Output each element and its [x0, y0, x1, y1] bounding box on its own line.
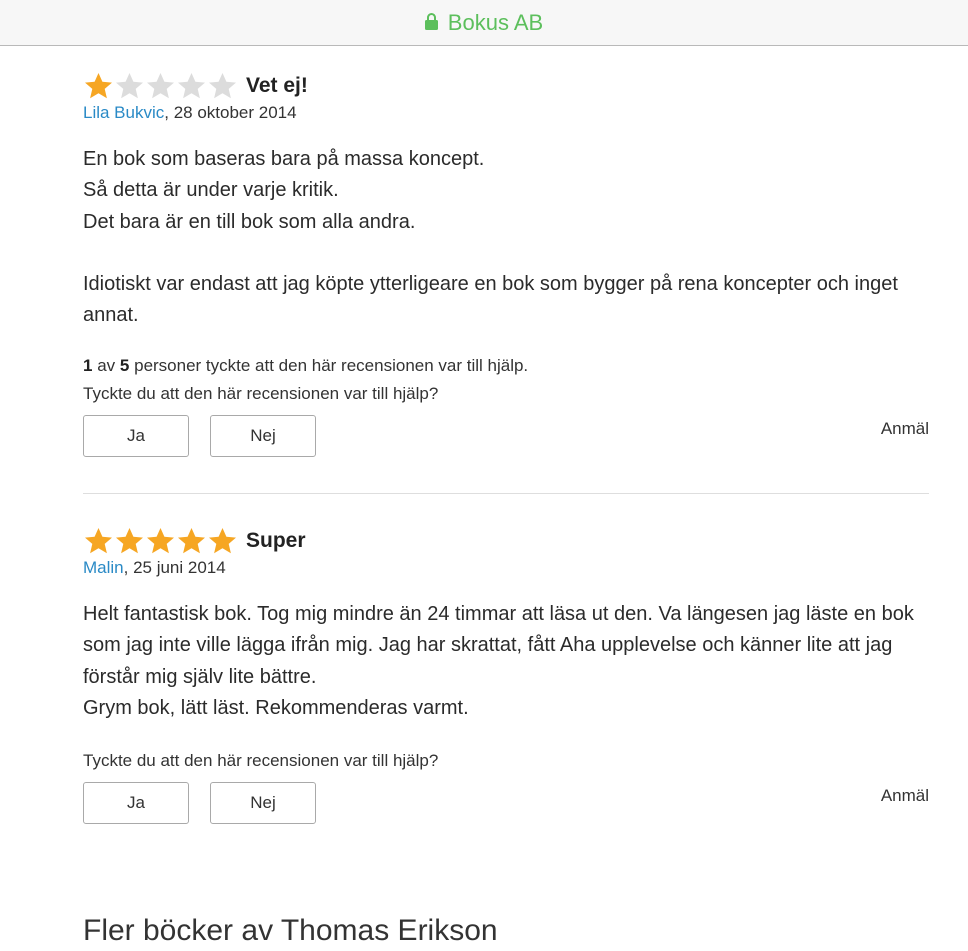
- star-empty-icon: [147, 73, 174, 99]
- review-divider: [83, 493, 929, 494]
- yes-button[interactable]: Ja: [83, 415, 189, 458]
- lock-icon: [424, 13, 438, 30]
- review-date: , 28 oktober 2014: [164, 103, 297, 122]
- star-filled-icon: [209, 528, 236, 554]
- review-body-line: [83, 238, 929, 269]
- review-body-line: Idiotiskt var endast att jag köpte ytter…: [83, 272, 898, 327]
- helpful-count: 1: [83, 356, 93, 376]
- yes-button[interactable]: Ja: [83, 782, 189, 825]
- review-1: Vet ej! Lila Bukvic, 28 oktober 2014 En …: [83, 70, 929, 458]
- more-books-heading: Fler böcker av Thomas Erikson: [83, 914, 498, 947]
- review-header: Vet ej!: [83, 70, 929, 102]
- review-meta: Lila Bukvic, 28 oktober 2014: [83, 103, 929, 123]
- star-rating: [83, 71, 238, 101]
- review-meta: Malin, 25 juni 2014: [83, 558, 929, 578]
- star-filled-icon: [85, 528, 112, 554]
- report-link[interactable]: Anmäl: [881, 786, 929, 806]
- star-filled-icon: [85, 73, 112, 99]
- star-filled-icon: [116, 528, 143, 554]
- site-identity: Bokus AB: [424, 9, 544, 36]
- review-author-link[interactable]: Malin: [83, 558, 124, 577]
- report-link[interactable]: Anmäl: [881, 419, 929, 439]
- helpful-buttons: Ja Nej Anmäl: [83, 782, 929, 825]
- star-empty-icon: [116, 73, 143, 99]
- no-button[interactable]: Nej: [210, 415, 316, 458]
- review-date: , 25 juni 2014: [123, 558, 226, 577]
- star-rating: [83, 526, 238, 556]
- address-bar[interactable]: Bokus AB: [0, 0, 968, 46]
- review-body-line: Det bara är en till bok som alla andra.: [83, 210, 416, 233]
- helpful-av: av: [97, 356, 116, 376]
- review-body-line: Grym bok, lätt läst. Rekommenderas varmt…: [83, 696, 469, 719]
- helpful-question: Tyckte du att den här recensionen var ti…: [83, 384, 439, 404]
- review-2: Super Malin, 25 juni 2014 Helt fantastis…: [83, 525, 929, 825]
- helpful-suffix: personer tyckte att den här recensionen …: [134, 356, 529, 376]
- star-filled-icon: [178, 528, 205, 554]
- star-empty-icon: [209, 73, 236, 99]
- star-filled-icon: [147, 528, 174, 554]
- helpful-summary: 1 av 5 personer tyckte att den här recen…: [83, 356, 929, 376]
- review-body-line: Helt fantastisk bok. Tog mig mindre än 2…: [83, 603, 914, 688]
- review-header: Super: [83, 525, 929, 557]
- site-name: Bokus AB: [447, 9, 544, 35]
- review-body: En bok som baseras bara på massa koncept…: [83, 144, 929, 331]
- no-button[interactable]: Nej: [210, 782, 316, 825]
- star-empty-icon: [178, 73, 205, 99]
- helpful-total: 5: [119, 356, 130, 376]
- review-body: Helt fantastisk bok. Tog mig mindre än 2…: [83, 599, 929, 724]
- helpful-question: Tyckte du att den här recensionen var ti…: [83, 751, 439, 771]
- review-author-link[interactable]: Lila Bukvic: [83, 103, 164, 122]
- review-title: Vet ej!: [246, 74, 308, 97]
- review-body-line: En bok som baseras bara på massa koncept…: [83, 148, 485, 170]
- review-body-line: Så detta är under varje kritik.: [83, 179, 339, 202]
- review-title: Super: [246, 529, 306, 552]
- helpful-buttons: Ja Nej Anmäl: [83, 415, 929, 458]
